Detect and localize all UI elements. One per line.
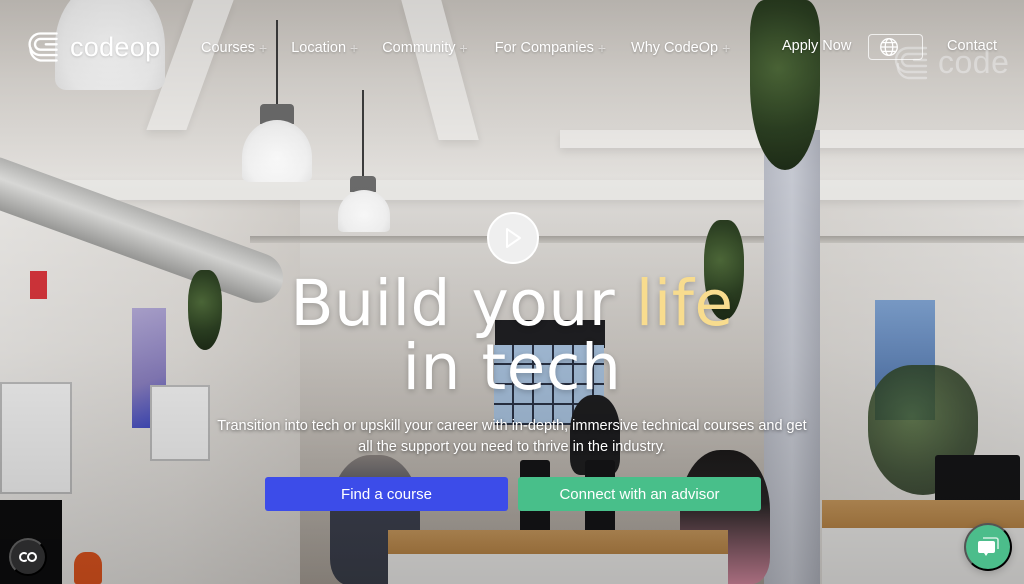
brand-logo-link[interactable]: codeop	[26, 30, 160, 64]
nav-item-label: For Companies	[494, 40, 594, 56]
nav-item-for-companies[interactable]: For Companies +	[495, 40, 606, 56]
nav-item-label: Location	[291, 40, 347, 56]
plus-icon: +	[459, 40, 468, 56]
language-selector-button[interactable]	[868, 34, 923, 60]
play-icon	[506, 228, 521, 248]
chat-widget-button[interactable]	[964, 523, 1012, 571]
hero-subtext: Transition into tech or upskill your car…	[217, 418, 807, 455]
top-navigation: codeop Courses + Location + Community + …	[0, 0, 1024, 96]
brand-name: codeop	[70, 31, 161, 62]
plus-icon: +	[350, 40, 359, 56]
apply-now-link[interactable]: Apply Now	[782, 38, 851, 54]
nav-item-courses[interactable]: Courses +	[201, 40, 267, 56]
connect-advisor-button[interactable]: Connect with an advisor	[518, 477, 761, 511]
contact-link[interactable]: Contact	[947, 38, 997, 54]
plus-icon: +	[722, 40, 731, 56]
nav-item-community[interactable]: Community +	[382, 40, 468, 56]
headline-part1: Build your	[290, 267, 636, 340]
chat-bubbles-icon	[978, 537, 999, 556]
globe-icon	[880, 38, 898, 56]
cookie-settings-button[interactable]	[9, 538, 47, 576]
find-course-button[interactable]: Find a course	[265, 477, 508, 511]
nav-item-label: Community	[382, 40, 456, 56]
headline-accent-word: life	[635, 267, 734, 340]
hero-headline: Build your life in tech	[0, 272, 1024, 400]
main-menu: Courses + Location + Community + For Com…	[201, 38, 752, 58]
headline-part2: in tech	[402, 331, 622, 404]
nav-item-label: Why CodeOp	[631, 40, 719, 56]
codeop-logo-icon	[28, 32, 58, 62]
cookie-settings-icon	[19, 552, 37, 562]
nav-item-location[interactable]: Location +	[291, 40, 358, 56]
plus-icon: +	[259, 40, 268, 56]
nav-item-why-codeop[interactable]: Why CodeOp +	[631, 40, 730, 56]
plus-icon: +	[597, 40, 607, 56]
play-video-button[interactable]	[487, 212, 539, 264]
nav-item-label: Courses	[201, 40, 255, 56]
